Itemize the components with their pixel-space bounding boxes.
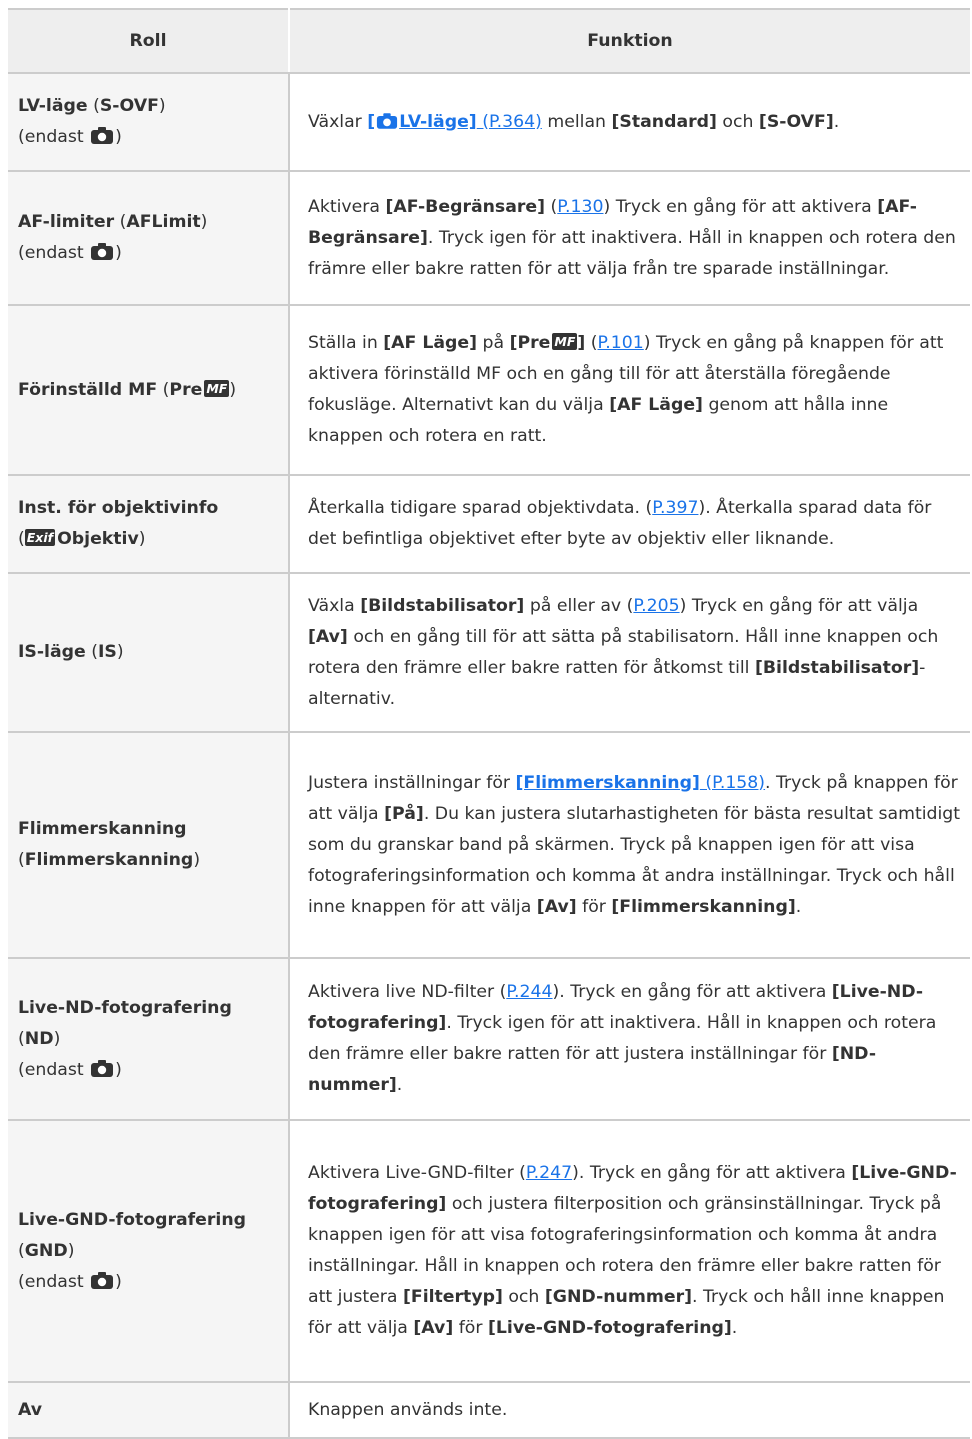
header-role: Roll — [8, 8, 290, 74]
page-link[interactable]: P.247 — [526, 1163, 572, 1183]
mf-icon: MF — [552, 333, 578, 350]
role-name: AF-limiter — [18, 212, 115, 232]
camera-icon — [91, 1059, 114, 1077]
role-name: IS-läge — [18, 642, 86, 662]
table-row: Av Knappen används inte. — [8, 1382, 970, 1439]
role-name: Förinställd MF — [18, 379, 158, 400]
role-name: LV-läge — [18, 96, 88, 116]
role-cell: Flimmerskanning (Flimmerskanning) — [8, 732, 290, 959]
role-cell: Live-GND-fotografering (GND) (endast ) — [8, 1120, 290, 1383]
role-name: Av — [18, 1399, 43, 1420]
role-name: Flimmerskanning — [18, 819, 187, 839]
exif-icon: Exif — [24, 529, 56, 546]
role-cell: AF-limiter (AFLimit) (endast ) — [8, 171, 290, 306]
table-row: Förinställd MF (Pre MF) Ställa in [AF Läg… — [8, 305, 970, 476]
role-cell: Inst. för objektivinfo (Exif Objektiv) — [8, 475, 290, 574]
role-code: ND — [24, 1028, 54, 1049]
page-link[interactable]: P.244 — [506, 982, 552, 1002]
page-link[interactable]: P.101 — [598, 333, 644, 353]
role-cell: Förinställd MF (Pre MF) — [8, 305, 290, 476]
camera-icon — [91, 243, 114, 260]
table-header-row: Roll Funktion — [8, 8, 970, 74]
function-cell: Aktivera [AF-Begränsare] (P.130) Tryck e… — [289, 171, 970, 306]
mf-icon: MF — [204, 379, 230, 397]
role-code: Objektiv — [57, 529, 139, 549]
table-row: Live-ND-fotografering (ND) (endast ) Akt… — [8, 958, 970, 1121]
role-cell: IS-läge (IS) — [8, 573, 290, 733]
role-name: Live-ND-fotografering — [18, 997, 232, 1018]
role-name: Inst. för objektivinfo — [18, 498, 219, 518]
role-code: S-OVF — [99, 96, 159, 116]
page-link[interactable]: (P.364) — [477, 112, 542, 132]
page-link[interactable]: P.130 — [557, 197, 603, 217]
page-link[interactable]: P.205 — [633, 596, 679, 616]
role-code: Flimmerskanning — [24, 850, 194, 870]
flicker-scan-link[interactable]: [Flimmerskanning] — [516, 773, 700, 793]
function-table: Roll Funktion LV-läge (S-OVF) (endast ) … — [8, 8, 970, 1439]
role-code: IS — [97, 642, 117, 662]
role-code: Pre — [169, 379, 203, 400]
table-row: IS-läge (IS) Växla [Bildstabilisator] på… — [8, 573, 970, 733]
camera-icon — [91, 127, 114, 144]
table-row: LV-läge (S-OVF) (endast ) Växlar [LV-läg… — [8, 73, 970, 172]
function-cell: Knappen används inte. — [289, 1382, 970, 1439]
function-cell: Justera inställningar för [Flimmerskanni… — [289, 732, 970, 959]
role-name: Live-GND-fotografering — [18, 1209, 247, 1230]
table-row: Flimmerskanning (Flimmerskanning) Juster… — [8, 732, 970, 959]
role-cell: Av — [8, 1382, 290, 1439]
function-cell: Växlar [LV-läge] (P.364) mellan [Standar… — [289, 73, 970, 172]
page-link[interactable]: (P.158) — [700, 773, 765, 793]
table-row: AF-limiter (AFLimit) (endast ) Aktivera … — [8, 171, 970, 306]
role-code: GND — [24, 1240, 68, 1261]
role-cell: LV-läge (S-OVF) (endast ) — [8, 73, 290, 172]
function-cell: Ställa in [AF Läge] på [Pre MF] (P.101) T… — [289, 305, 970, 476]
function-cell: Växla [Bildstabilisator] på eller av (P.… — [289, 573, 970, 733]
role-cell: Live-ND-fotografering (ND) (endast ) — [8, 958, 290, 1121]
header-function: Funktion — [289, 8, 970, 74]
lv-mode-link[interactable]: [LV-läge] — [367, 112, 476, 132]
function-cell: Återkalla tidigare sparad objektivdata. … — [289, 475, 970, 574]
page-link[interactable]: P.397 — [652, 498, 698, 518]
camera-icon — [377, 112, 398, 129]
table-row: Inst. för objektivinfo (Exif Objektiv) Åt… — [8, 475, 970, 574]
role-code: AFLimit — [126, 212, 201, 232]
camera-icon — [91, 1271, 114, 1289]
function-cell: Aktivera live ND-filter (P.244). Tryck e… — [289, 958, 970, 1121]
table-row: Live-GND-fotografering (GND) (endast ) A… — [8, 1120, 970, 1383]
function-cell: Aktivera Live-GND-filter (P.247). Tryck … — [289, 1120, 970, 1383]
